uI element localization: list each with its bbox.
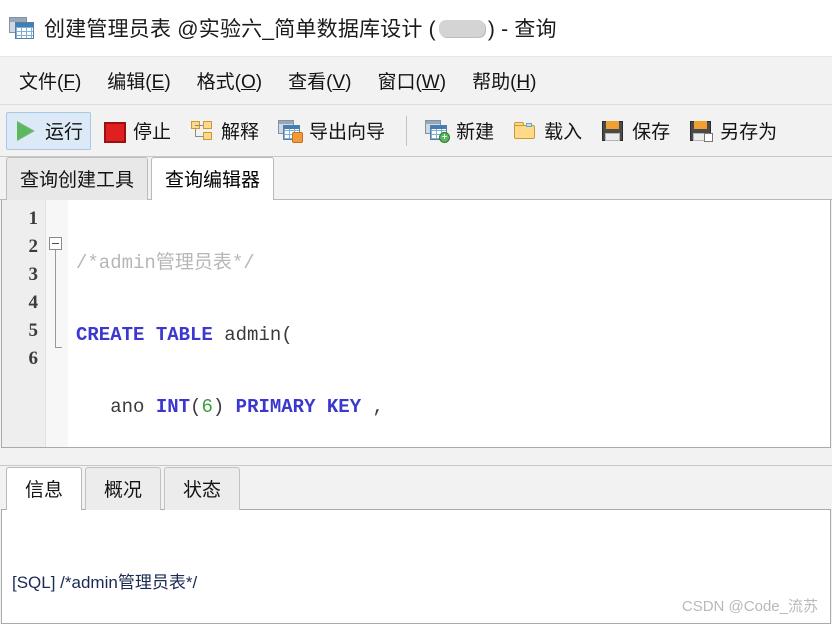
explain-button[interactable]: 解释 [182,112,267,150]
code-token-id: admin [224,324,282,346]
code-fold-column [46,200,68,447]
stop-button[interactable]: 停止 [94,112,179,150]
code-content[interactable]: /*admin管理员表*/ CREATE TABLE admin( ano IN… [68,200,830,447]
tab-profile[interactable]: 概况 [85,467,162,510]
title-bar: 创建管理员表 @实验六_简单数据库设计 ( ) - 查询 [0,0,832,57]
line-number: 4 [28,292,39,313]
code-token-pun [213,324,224,346]
code-token-id: ano [76,396,156,418]
menu-mnemonic-help: H [516,72,531,93]
stop-square-icon [102,120,127,143]
menu-label-window: 窗口 [377,72,416,93]
line-number: 6 [28,348,39,369]
run-button-label: 运行 [45,122,84,143]
load-button-label: 载入 [544,122,583,143]
tab-information[interactable]: 信息 [6,467,83,510]
menu-label-view: 查看 [288,72,327,93]
menu-label-format: 格式 [196,72,235,93]
new-button[interactable]: + 新建 [417,112,502,150]
tab-profile-label: 概况 [104,480,143,501]
code-token-pun: ( [190,396,202,418]
save-as-button-label: 另存为 [720,122,778,143]
menu-bar: 文件(F) 编辑(E) 格式(O) 查看(V) 窗口(W) 帮助(H) [0,57,832,105]
menu-label-file: 文件 [19,72,58,93]
tab-query-builder[interactable]: 查询创建工具 [6,157,149,200]
collapse-minus-icon[interactable] [49,237,62,250]
fold-bracket-foot [55,347,62,348]
folder-open-icon [513,120,537,142]
editor-tab-strip: 查询创建工具 查询编辑器 [0,157,832,200]
floppy-disk-icon [601,120,625,142]
save-button[interactable]: 保存 [593,112,678,150]
toolbar: 运行 停止 解释 导出向导 + 新建 载入 保存 另存为 [0,105,832,157]
results-tab-strip: 信息 概况 状态 [0,465,832,510]
explain-button-label: 解释 [221,122,260,143]
title-prefix: 创建管理员表 @实验六_简单数据库设计 ( [44,18,436,41]
menu-item-edit[interactable]: 编辑(E) [97,63,180,98]
save-button-label: 保存 [632,122,671,143]
save-as-button[interactable]: 另存为 [681,112,785,150]
toolbar-separator [406,115,408,146]
menu-item-view[interactable]: 查看(V) [278,63,361,98]
page-title: 创建管理员表 @实验六_简单数据库设计 ( ) - 查询 [44,13,557,43]
menu-mnemonic-edit: E [151,72,165,93]
title-suffix: ) - 查询 [487,18,557,41]
menu-item-help[interactable]: 帮助(H) [462,63,546,98]
line-number: 1 [28,208,39,229]
tab-query-editor-label: 查询编辑器 [165,170,261,191]
floppy-disk-as-icon [689,120,714,142]
table-new-icon: + [425,119,451,143]
sql-code-editor[interactable]: 1 2 3 4 5 6 /*admin管理员表*/ CREATE TABLE a… [1,200,831,448]
output-line: [SQL] /*admin管理员表*/ [12,573,198,592]
code-token-pun: ( [281,324,293,346]
code-token-pun: , [361,396,384,418]
tab-status-label: 状态 [183,480,222,501]
tab-query-editor[interactable]: 查询编辑器 [151,157,275,200]
redacted-text-block [438,19,485,37]
results-panel: 信息 概况 状态 [SQL] /*admin管理员表*/ CREATE TABL… [0,465,832,624]
code-token-kw: INT [155,396,191,418]
menu-label-help: 帮助 [472,72,511,93]
menu-item-file[interactable]: 文件(F) [9,63,91,98]
tab-information-label: 信息 [25,480,64,501]
table-grid-icon [9,16,35,40]
menu-mnemonic-window: W [421,72,440,93]
query-window: 创建管理员表 @实验六_简单数据库设计 ( ) - 查询 文件(F) 编辑(E)… [0,0,832,624]
menu-item-window[interactable]: 窗口(W) [367,63,456,98]
table-export-icon [278,119,304,143]
menu-label-edit: 编辑 [107,72,146,93]
line-number: 2 [28,236,39,257]
menu-mnemonic-file: F [63,72,75,93]
stop-button-label: 停止 [133,122,172,143]
load-button[interactable]: 载入 [505,112,590,150]
tab-status[interactable]: 状态 [164,467,241,510]
run-button[interactable]: 运行 [6,111,92,150]
code-token-kw: PRIMARY KEY [235,396,362,418]
output-log[interactable]: [SQL] /*admin管理员表*/ CREATE TABLE admin( … [1,509,831,624]
code-token-kw: CREATE TABLE [76,324,213,346]
menu-item-format[interactable]: 格式(O) [187,63,272,98]
export-wizard-button[interactable]: 导出向导 [270,112,393,150]
code-token-cmt: /*admin管理员表*/ [76,252,255,274]
new-button-label: 新建 [456,122,495,143]
tree-diagram-icon [190,120,214,142]
line-number: 5 [28,320,39,341]
play-triangle-icon [14,120,38,142]
menu-mnemonic-view: V [332,72,346,93]
export-wizard-button-label: 导出向导 [309,122,386,143]
line-number-gutter: 1 2 3 4 5 6 [2,200,46,447]
menu-mnemonic-format: O [240,72,256,93]
code-token-num: 6 [201,396,213,418]
fold-bracket-line [55,250,56,348]
code-line-2: CREATE TABLE admin( [76,321,830,349]
code-token-pun: ) [212,396,236,418]
code-line-3: ano INT(6) PRIMARY KEY , [76,393,830,421]
code-line-1: /*admin管理员表*/ [76,249,830,277]
tab-query-builder-label: 查询创建工具 [20,170,135,191]
line-number: 3 [28,264,39,285]
